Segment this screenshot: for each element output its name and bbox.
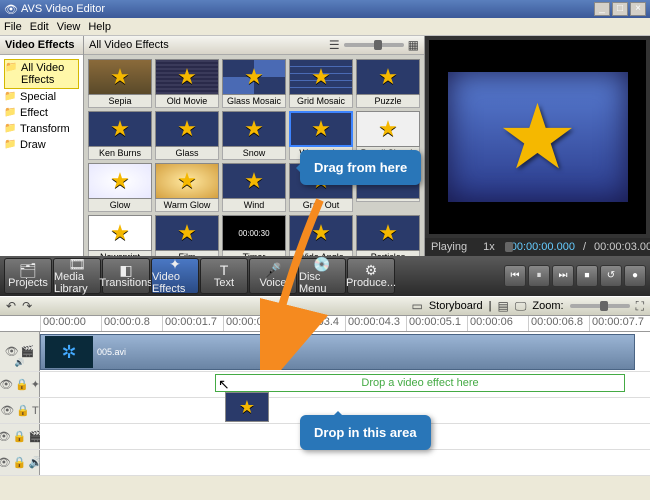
playback-button-0[interactable]: ⏮ — [504, 265, 526, 287]
minimize-button[interactable]: _ — [594, 2, 610, 16]
effect-track-icon: ✦ — [31, 378, 40, 391]
effect-snow[interactable]: ★Snow — [222, 111, 286, 160]
callout-drag: Drag from here — [300, 150, 421, 185]
drag-ghost: ★ — [225, 392, 269, 422]
preview-panel: ★ Playing 1x 00:00:00.000 / 00:00:03.000 — [425, 36, 650, 256]
menu-file[interactable]: File — [4, 21, 22, 33]
tree-item-effect[interactable]: Effect — [4, 105, 79, 121]
toolbar-disc-menu[interactable]: 💿Disc Menu — [298, 258, 346, 294]
playback-button-5[interactable]: ● — [624, 265, 646, 287]
effect-puzzle[interactable]: ★Puzzle — [356, 59, 420, 108]
toolbar-projects[interactable]: 🗂Projects — [4, 258, 52, 294]
playback-button-4[interactable]: ↺ — [600, 265, 622, 287]
toolbar-video-effects[interactable]: ✦Video Effects — [151, 258, 199, 294]
text-track-icon: T — [32, 405, 39, 417]
preview-position: 00:00:00.000 — [511, 241, 575, 253]
menu-help[interactable]: Help — [88, 21, 111, 33]
effect-glass-mosaic[interactable]: ★Glass Mosaic — [222, 59, 286, 108]
video-clip[interactable]: ✲ 005.avi — [40, 334, 635, 370]
effect-glass[interactable]: ★Glass — [155, 111, 219, 160]
redo-button[interactable]: ↷ — [22, 299, 32, 313]
storyboard-label[interactable]: Storyboard — [429, 300, 483, 312]
preview-duration: 00:00:03.000 — [594, 241, 650, 253]
sidebar-header: Video Effects — [0, 36, 83, 55]
playback-button-3[interactable]: ⏹ — [576, 265, 598, 287]
titlebar: 👁 AVS Video Editor _ □ × — [0, 0, 650, 18]
menubar: File Edit View Help — [0, 18, 650, 36]
drop-hint: Drop a video effect here — [361, 377, 478, 389]
preview-star-icon: ★ — [497, 85, 578, 190]
effect-film[interactable]: ★Film — [155, 215, 219, 256]
toolbar-voice[interactable]: 🎤Voice — [249, 258, 297, 294]
tl-view-icon[interactable]: ▤ — [497, 299, 508, 313]
callout-drop: Drop in this area — [300, 415, 431, 450]
zoom-label: Zoom: — [532, 300, 563, 312]
tl-monitor-icon[interactable]: 🖵 — [515, 299, 527, 314]
tree-item-special[interactable]: Special — [4, 89, 79, 105]
effect-wide-angle[interactable]: ★Wide Angle — [289, 215, 353, 256]
effect-warm-glow[interactable]: ★Warm Glow — [155, 163, 219, 212]
preview-speed: 1x — [483, 241, 495, 253]
effect-newsprint[interactable]: ★Newsprint — [88, 215, 152, 256]
audio-sub-icon: 🔊 — [15, 358, 25, 367]
timeline-toolbar: ↶ ↷ ▭ Storyboard | ▤ 🖵 Zoom: ⛶ — [0, 296, 650, 316]
effect-grid-mosaic[interactable]: ★Grid Mosaic — [289, 59, 353, 108]
effects-header-label: All Video Effects — [89, 39, 169, 51]
video-track[interactable]: 👁🎬🔊 ✲ 005.avi — [0, 332, 650, 372]
playback-button-1[interactable]: ⏸ — [528, 265, 550, 287]
preview-viewport: ★ — [429, 40, 646, 234]
clip-name: 005.avi — [97, 347, 126, 357]
effects-header: All Video Effects ☰ ▦ — [84, 36, 424, 55]
view-grid-icon[interactable]: ▦ — [408, 38, 419, 52]
effect-timer[interactable]: 00:00:30Timer — [222, 215, 286, 256]
toolbar-produce-[interactable]: ⚙Produce... — [347, 258, 395, 294]
toolbar-media-library[interactable]: 🎞Media Library — [53, 258, 101, 294]
tree-item-draw[interactable]: Draw — [4, 137, 79, 153]
toolbar-transitions[interactable]: ◧Transitions — [102, 258, 150, 294]
effect-particles[interactable]: ★Particles — [356, 215, 420, 256]
zoom-slider[interactable] — [570, 304, 630, 308]
zoom-fit-icon[interactable]: ⛶ — [636, 299, 644, 314]
thumb-size-slider[interactable] — [344, 43, 404, 47]
maximize-button[interactable]: □ — [612, 2, 628, 16]
tree-item-all[interactable]: All Video Effects — [4, 59, 79, 89]
tree-item-transform[interactable]: Transform — [4, 121, 79, 137]
undo-button[interactable]: ↶ — [6, 299, 16, 313]
menu-edit[interactable]: Edit — [30, 21, 49, 33]
window-title: AVS Video Editor — [21, 3, 105, 15]
effects-panel: All Video Effects ☰ ▦ ★Sepia★Old Movie★G… — [84, 36, 425, 256]
close-button[interactable]: × — [630, 2, 646, 16]
preview-status-bar: Playing 1x 00:00:00.000 / 00:00:03.000 — [425, 238, 650, 256]
clip-thumbnail: ✲ — [45, 336, 93, 368]
storyboard-icon[interactable]: ▭ — [411, 299, 422, 313]
effect-wind[interactable]: ★Wind — [222, 163, 286, 212]
timeline-ruler[interactable]: 00:00:0000:00:0.800:00:01.700:00:02.500:… — [0, 316, 650, 332]
effects-tree: All Video Effects Special Effect Transfo… — [0, 55, 83, 256]
toolbar-text[interactable]: TText — [200, 258, 248, 294]
left-sidebar: Video Effects All Video Effects Special … — [0, 36, 84, 256]
effect-ken-burns[interactable]: ★Ken Burns — [88, 111, 152, 160]
effect-old-movie[interactable]: ★Old Movie — [155, 59, 219, 108]
effect-track[interactable]: 👁🔒✦ Drop a video effect here — [0, 372, 650, 398]
timeline-tracks: 👁🎬🔊 ✲ 005.avi 👁🔒✦ Drop a video effect he… — [0, 332, 650, 476]
preview-status: Playing — [431, 241, 467, 253]
effect-sepia[interactable]: ★Sepia — [88, 59, 152, 108]
audio-track[interactable]: 👁🔒🔊 — [0, 450, 650, 476]
cursor-icon: ↖ — [218, 376, 230, 393]
view-list-icon[interactable]: ☰ — [329, 38, 340, 52]
video-track-icon: 🎬 — [21, 345, 35, 358]
playback-button-2[interactable]: ⏭ — [552, 265, 574, 287]
effect-drop-zone[interactable]: Drop a video effect here — [215, 374, 625, 392]
effect-glow[interactable]: ★Glow — [88, 163, 152, 212]
menu-view[interactable]: View — [57, 21, 81, 33]
main-toolbar: 🗂Projects🎞Media Library◧Transitions✦Vide… — [0, 256, 650, 296]
